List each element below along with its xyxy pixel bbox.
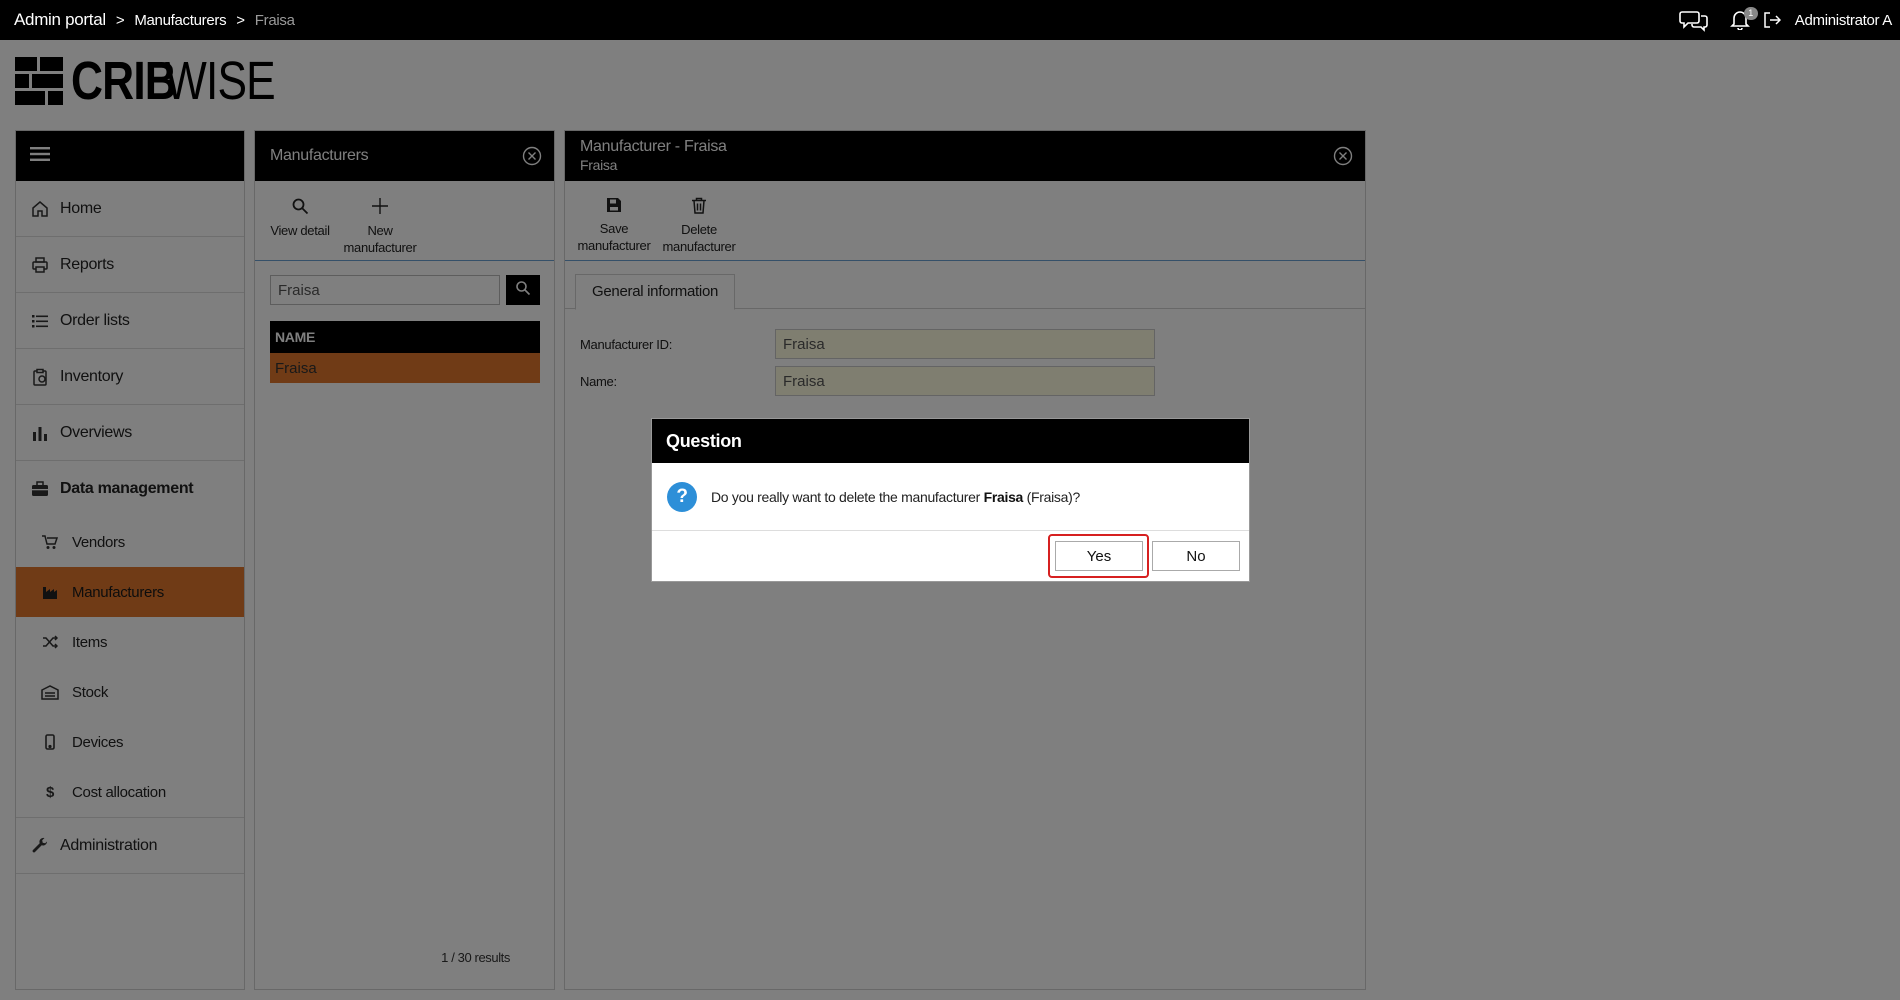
yes-button[interactable]: Yes (1055, 541, 1143, 571)
question-icon: ? (667, 481, 697, 512)
logout-icon[interactable] (1763, 11, 1781, 29)
breadcrumb-separator: > (236, 11, 245, 29)
breadcrumb-admin-portal[interactable]: Admin portal (14, 10, 106, 30)
dialog-body: ? Do you really want to delete the manuf… (652, 463, 1249, 531)
notifications-bell-icon[interactable]: 1 (1729, 7, 1758, 32)
dialog-message-pre: Do you really want to delete the manufac… (711, 488, 984, 505)
top-bar: Admin portal > Manufacturers > Fraisa 1 … (0, 0, 1900, 40)
chat-icon[interactable] (1678, 8, 1709, 32)
dialog-title: Question (652, 419, 1249, 463)
no-button[interactable]: No (1152, 541, 1240, 571)
delete-confirmation-dialog: Question ? Do you really want to delete … (651, 418, 1250, 582)
dialog-message-post: (Fraisa)? (1023, 488, 1081, 505)
user-name[interactable]: Administrator A (1795, 12, 1893, 29)
top-bar-actions: 1 Administrator A (1678, 0, 1893, 40)
breadcrumb: Admin portal > Manufacturers > Fraisa (0, 10, 295, 30)
breadcrumb-separator: > (115, 11, 125, 29)
dialog-footer: Yes No (652, 531, 1249, 581)
dialog-message-name: Fraisa (983, 488, 1024, 505)
breadcrumb-current: Fraisa (254, 11, 295, 29)
dialog-message: Do you really want to delete the manufac… (711, 489, 1080, 505)
notification-count-badge: 1 (1743, 7, 1758, 20)
breadcrumb-manufacturers[interactable]: Manufacturers (134, 12, 226, 29)
